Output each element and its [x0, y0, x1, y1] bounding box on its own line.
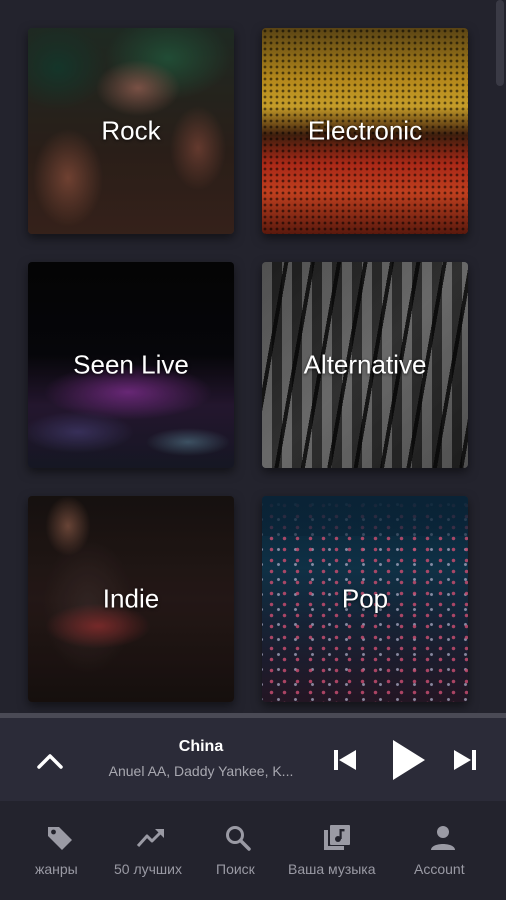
play-icon — [393, 740, 425, 780]
search-icon — [223, 823, 253, 853]
bottom-navigation: жанры 50 лучших Поиск Ваша музыка Accoun… — [0, 801, 506, 900]
nav-label: Поиск — [216, 861, 255, 877]
nav-label: жанры — [35, 861, 78, 877]
genre-grid: Rock Electronic Seen Live Alternative In… — [0, 0, 506, 713]
genre-label: Seen Live — [73, 349, 189, 380]
genre-tile-alternative[interactable]: Alternative — [262, 262, 468, 468]
track-artist: Anuel AA, Daddy Yankee, K... — [108, 763, 294, 779]
track-title: China — [178, 738, 224, 755]
genre-label: Electronic — [307, 115, 423, 146]
mini-player[interactable]: China Anuel AA, Daddy Yankee, K... — [0, 718, 506, 801]
previous-track-button[interactable] — [328, 742, 362, 778]
genre-tile-indie[interactable]: Indie — [28, 496, 234, 702]
account-icon — [428, 823, 458, 853]
skip-next-icon — [454, 750, 476, 770]
library-music-icon — [322, 823, 352, 853]
scrollbar[interactable] — [496, 0, 504, 86]
play-button[interactable] — [384, 734, 432, 786]
tag-icon — [45, 823, 75, 853]
genre-tile-seen-live[interactable]: Seen Live — [28, 262, 234, 468]
nav-item-account[interactable]: Account — [404, 801, 482, 900]
nav-item-genres[interactable]: жанры — [20, 801, 100, 900]
nav-item-search[interactable]: Поиск — [206, 801, 270, 900]
genre-tile-rock[interactable]: Rock — [28, 28, 234, 234]
nav-item-your-music[interactable]: Ваша музыка — [284, 801, 390, 900]
nav-label: Ваша музыка — [288, 861, 376, 877]
expand-player-button[interactable] — [30, 743, 70, 779]
next-track-button[interactable] — [448, 742, 482, 778]
trending-icon — [136, 823, 166, 853]
genre-tile-pop[interactable]: Pop — [262, 496, 468, 702]
skip-previous-icon — [334, 750, 356, 770]
nav-item-top-50[interactable]: 50 лучших — [106, 801, 196, 900]
genre-label: Rock — [101, 115, 161, 146]
chevron-up-icon — [37, 754, 63, 769]
genre-label: Alternative — [303, 349, 427, 380]
genre-tile-electronic[interactable]: Electronic — [262, 28, 468, 234]
genre-label: Indie — [102, 583, 160, 614]
genre-label: Pop — [341, 583, 389, 614]
nav-label: 50 лучших — [114, 861, 182, 877]
nav-label: Account — [414, 861, 465, 877]
